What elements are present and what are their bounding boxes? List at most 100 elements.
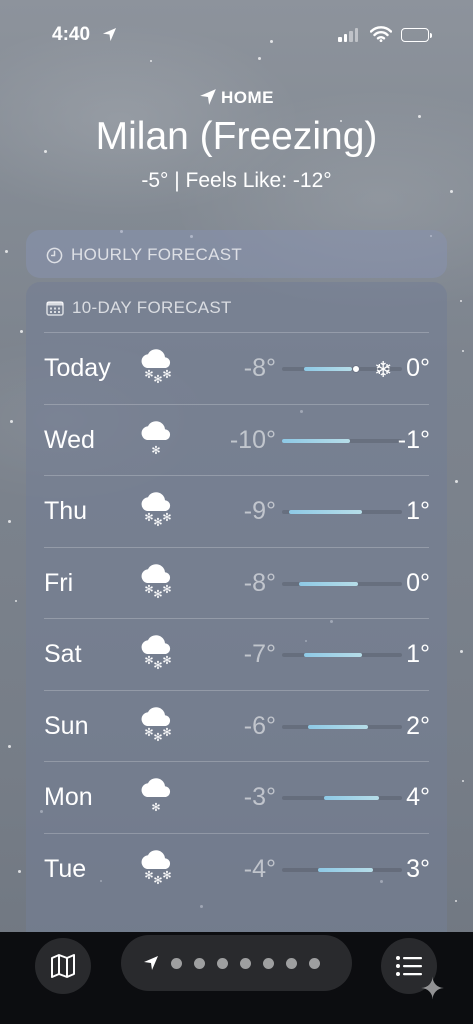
snow-icon: ✻ ✻ ✻ bbox=[138, 562, 176, 604]
temperature-range-bar bbox=[282, 438, 402, 443]
page-dot[interactable] bbox=[194, 957, 205, 969]
svg-text:✻: ✻ bbox=[144, 368, 153, 381]
forecast-row-thu[interactable]: Thu ✻ ✻ ✻ -9° 1° bbox=[44, 475, 430, 547]
current-temperature-marker bbox=[352, 365, 361, 373]
snowflake bbox=[258, 57, 261, 60]
ten-day-forecast-header: 10-DAY FORECAST bbox=[46, 298, 232, 318]
svg-text:✻: ✻ bbox=[153, 516, 162, 529]
forecast-high-temp: -1° bbox=[397, 425, 430, 454]
current-location-icon bbox=[144, 956, 158, 970]
svg-text:✻: ✻ bbox=[144, 511, 153, 524]
temperature-range-fill bbox=[308, 724, 369, 729]
location-arrow-icon bbox=[200, 89, 216, 105]
sparkle-icon: ✦ bbox=[420, 973, 446, 1006]
forecast-row-fri[interactable]: Fri ✻ ✻ ✻ -8° 0° bbox=[44, 546, 430, 619]
temperature-range-fill bbox=[318, 867, 374, 872]
hourly-forecast-card[interactable]: HOURLY FORECAST bbox=[26, 230, 447, 278]
temperature-range-bar bbox=[282, 510, 402, 514]
svg-text:✻: ✻ bbox=[144, 583, 153, 596]
temperature-range-fill bbox=[303, 367, 352, 371]
snow-icon: ✻ ✻ ✻ bbox=[138, 347, 176, 389]
page-dot[interactable] bbox=[240, 957, 251, 969]
svg-text:✻: ✻ bbox=[144, 654, 153, 667]
page-dot[interactable] bbox=[171, 957, 182, 969]
snowflake bbox=[10, 420, 13, 423]
temperature-summary: -5° | Feels Like: -12° bbox=[141, 169, 332, 192]
forecast-row-sat[interactable]: Sat ✻ ✻ ✻ -7° 1° bbox=[44, 618, 430, 690]
forecast-low-temp: -6° bbox=[243, 711, 276, 740]
snow-icon: ✻ ✻ ✻ bbox=[138, 490, 176, 532]
page-dot[interactable] bbox=[309, 957, 320, 969]
forecast-day: Sun bbox=[44, 711, 89, 740]
svg-text:✻: ✻ bbox=[144, 726, 153, 739]
wifi-icon bbox=[369, 26, 393, 47]
snowflake bbox=[20, 330, 23, 333]
svg-text:✻: ✻ bbox=[144, 869, 153, 882]
page-dot[interactable] bbox=[286, 957, 297, 969]
temperature-range-bar bbox=[282, 581, 402, 586]
svg-text:✻: ✻ bbox=[162, 511, 171, 524]
snowflake bbox=[455, 480, 458, 483]
status-bar: 4:40 bbox=[0, 22, 473, 50]
city-title: Milan (Freezing) bbox=[95, 115, 378, 158]
forecast-low-temp: -8° bbox=[243, 354, 276, 382]
cellular-signal-icon bbox=[338, 28, 358, 42]
svg-text:✻: ✻ bbox=[162, 583, 171, 596]
temperature-range-fill bbox=[289, 510, 363, 514]
forecast-low-temp: -10° bbox=[229, 425, 276, 454]
svg-text:✻: ✻ bbox=[153, 659, 162, 672]
home-label: HOME bbox=[221, 88, 274, 107]
calendar-icon bbox=[46, 301, 64, 316]
forecast-row-tue[interactable]: Tue ✻ ✻ ✻ -4° 3° bbox=[44, 832, 430, 905]
svg-text:✻: ✻ bbox=[162, 654, 171, 667]
forecast-day: Fri bbox=[44, 568, 74, 597]
hourly-forecast-title: HOURLY FORECAST bbox=[71, 245, 243, 264]
forecast-day: Wed bbox=[44, 425, 95, 454]
status-time: 4:40 bbox=[52, 24, 91, 45]
temperature-range-fill bbox=[282, 438, 351, 443]
temperature-range-bar bbox=[282, 724, 402, 729]
svg-text:✻: ✻ bbox=[162, 726, 171, 739]
snow-icon: ✻ ✻ ✻ bbox=[138, 848, 176, 890]
map-button[interactable] bbox=[35, 938, 91, 994]
forecast-high-temp: 2° bbox=[406, 711, 430, 740]
forecast-day: Today bbox=[44, 354, 111, 382]
forecast-row-today[interactable]: Today ✻ ✻ ✻ -8° ❄ 0° bbox=[44, 332, 430, 404]
forecast-low-temp: -8° bbox=[243, 568, 276, 597]
forecast-low-temp: -7° bbox=[243, 640, 276, 668]
location-services-icon bbox=[102, 27, 117, 47]
svg-text:✻: ✻ bbox=[151, 444, 160, 457]
snowflake bbox=[8, 520, 11, 523]
location-page-indicator[interactable] bbox=[121, 935, 352, 991]
page-dot[interactable] bbox=[217, 957, 228, 969]
ten-day-forecast-card[interactable]: 10-DAY FORECAST Today ✻ ✻ ✻ -8° ❄ 0° Wed ✻ -10° -1… bbox=[26, 282, 447, 982]
svg-text:✻: ✻ bbox=[153, 588, 162, 601]
forecast-low-temp: -3° bbox=[243, 783, 276, 811]
svg-text:✻: ✻ bbox=[153, 874, 162, 887]
snowflake bbox=[455, 900, 457, 902]
temperature-range-fill bbox=[303, 653, 363, 657]
forecast-high-temp: 4° bbox=[406, 783, 430, 811]
forecast-row-sun[interactable]: Sun ✻ ✻ ✻ -6° 2° bbox=[44, 689, 430, 762]
temperature-range-bar bbox=[282, 653, 402, 657]
temperature-range-fill bbox=[298, 581, 358, 586]
forecast-high-temp: 3° bbox=[406, 854, 430, 883]
snowflake bbox=[460, 300, 462, 302]
page-dot[interactable] bbox=[263, 957, 274, 969]
hourly-forecast-header: HOURLY FORECAST bbox=[46, 245, 242, 265]
snowflake-icon: ❄ bbox=[374, 357, 393, 382]
forecast-high-temp: 1° bbox=[406, 640, 430, 668]
forecast-row-mon[interactable]: Mon ✻ -3° 4° bbox=[44, 761, 430, 833]
svg-text:✻: ✻ bbox=[153, 731, 162, 744]
snowflake bbox=[18, 870, 21, 873]
forecast-row-wed[interactable]: Wed ✻ -10° -1° bbox=[44, 403, 430, 476]
forecast-high-temp: 1° bbox=[406, 497, 430, 525]
svg-text:✻: ✻ bbox=[162, 869, 171, 882]
temperature-range-bar bbox=[282, 796, 402, 800]
forecast-day: Sat bbox=[44, 640, 82, 668]
clock-icon bbox=[46, 247, 63, 263]
snowflake bbox=[15, 600, 17, 602]
ten-day-forecast-title: 10-DAY FORECAST bbox=[72, 298, 232, 317]
location-label: HOME bbox=[0, 88, 473, 108]
forecast-day: Tue bbox=[44, 854, 87, 883]
